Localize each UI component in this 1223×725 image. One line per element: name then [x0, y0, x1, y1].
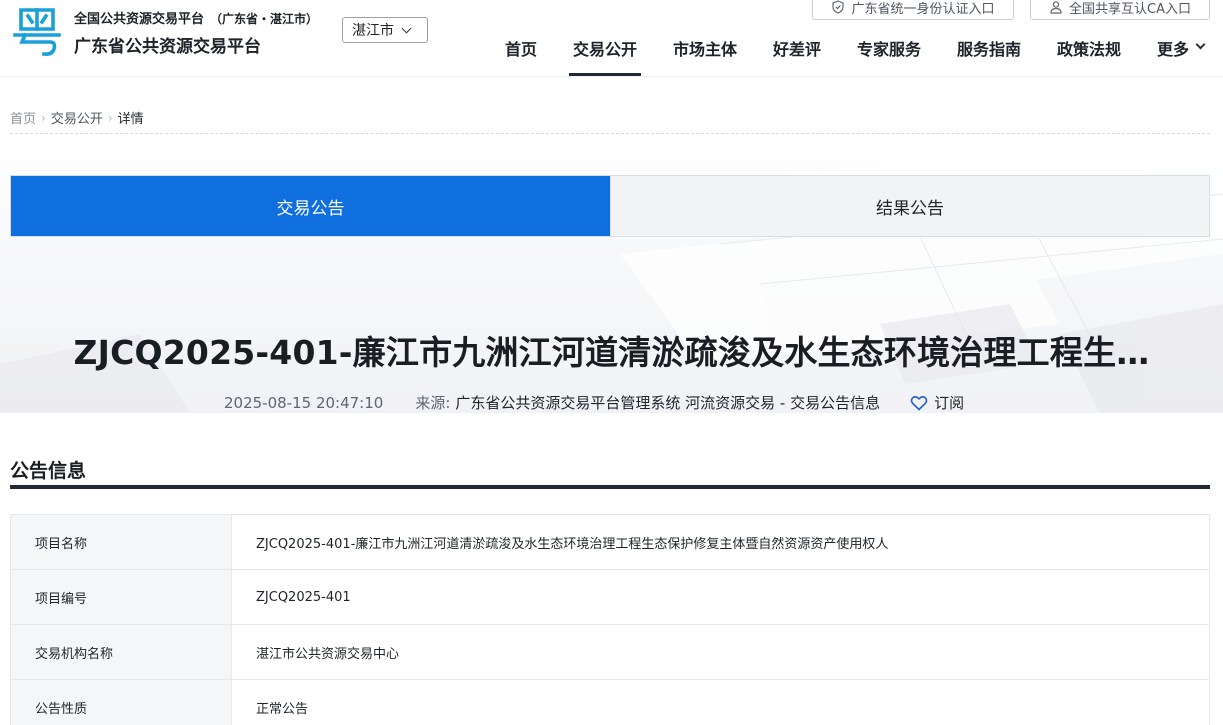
chevron-down-icon [401, 23, 412, 33]
breadcrumb-current: 详情 [117, 112, 144, 127]
row-value-notice-type: 正常公告 [256, 701, 309, 717]
section-title: 公告信息 [10, 460, 87, 482]
nav-label: 首页 [505, 40, 538, 59]
publish-date: 2025-08-15 20:47:10 [224, 393, 384, 412]
nav-label: 更多 [1157, 40, 1190, 59]
breadcrumb-divider [10, 133, 1210, 134]
row-label-project-name: 项目名称 [11, 515, 232, 569]
nav-item-policies[interactable]: 政策法规 [1057, 36, 1121, 76]
announcement-title: ZJCQ2025-401-廉江市九洲江河道清淤疏浚及水生态环境治理工程生… [73, 333, 1150, 372]
tab-label: 结果公告 [876, 198, 944, 219]
identity-auth-label: 广东省统一身份认证入口 [851, 1, 995, 17]
nav-label: 专家服务 [857, 40, 922, 59]
tab-label: 交易公告 [276, 198, 345, 219]
nav-label: 交易公开 [573, 40, 638, 59]
nav-label: 市场主体 [673, 40, 738, 59]
ca-entry-link[interactable]: 全国共享互认CA入口 [1030, 0, 1210, 20]
nav-item-reviews[interactable]: 好差评 [773, 36, 821, 76]
nav-item-more[interactable]: 更多 [1157, 36, 1206, 76]
org-subtitle: 全国公共资源交易平台 （广东省・湛江市） [74, 8, 318, 27]
nav-item-market-entities[interactable]: 市场主体 [673, 36, 737, 76]
article-meta: 2025-08-15 20:47:10 来源: 广东省公共资源交易平台管理系统 … [224, 392, 964, 413]
announcement-tabs: 交易公告 结果公告 [10, 175, 1210, 237]
tab-result-announcement[interactable]: 结果公告 [610, 176, 1209, 236]
org-title: 广东省公共资源交易平台 [74, 37, 261, 57]
announcement-info-table: 项目名称 ZJCQ2025-401-廉江市九洲江河道清淤疏浚及水生态环境治理工程… [10, 514, 1210, 725]
table-row: 项目编号 ZJCQ2025-401 [11, 570, 1209, 625]
row-value-trading-agency: 湛江市公共资源交易中心 [256, 646, 400, 662]
nav-item-expert-services[interactable]: 专家服务 [857, 36, 921, 76]
city-select-value: 湛江市 [352, 23, 394, 39]
table-row: 交易机构名称 湛江市公共资源交易中心 [11, 625, 1209, 680]
breadcrumb-trading[interactable]: 交易公开 [51, 108, 103, 127]
heart-icon [910, 395, 928, 410]
yue-character-logo-icon[interactable] [10, 4, 64, 58]
nav-label: 好差评 [773, 40, 822, 59]
nav-item-service-guide[interactable]: 服务指南 [957, 36, 1021, 76]
chevron-right-icon: › [41, 110, 46, 125]
shield-icon [832, 0, 845, 14]
tab-trading-announcement[interactable]: 交易公告 [11, 176, 610, 236]
nav-label: 政策法规 [1057, 40, 1122, 59]
table-row: 公告性质 正常公告 [11, 680, 1209, 725]
section-divider [10, 485, 1210, 489]
row-value-project-number: ZJCQ2025-401 [256, 589, 351, 605]
page: 全国公共资源交易平台 （广东省・湛江市） 广东省公共资源交易平台 湛江市 广东省统… [0, 0, 1223, 725]
subscribe-label: 订阅 [934, 394, 965, 412]
org-subtitle-text: 全国公共资源交易平台 [74, 12, 205, 27]
identity-auth-link[interactable]: 广东省统一身份认证入口 [812, 0, 1014, 20]
chevron-right-icon: › [107, 110, 113, 125]
nav-label: 服务指南 [957, 40, 1022, 59]
row-label-trading-agency: 交易机构名称 [11, 625, 232, 679]
row-value-project-name: ZJCQ2025-401-廉江市九洲江河道清淤疏浚及水生态环境治理工程生态保护修… [256, 536, 889, 552]
site-header: 全国公共资源交易平台 （广东省・湛江市） 广东省公共资源交易平台 湛江市 广东省统… [0, 0, 1223, 77]
source-value: 广东省公共资源交易平台管理系统 河流资源交易 - 交易公告信息 [455, 394, 881, 412]
city-select[interactable]: 湛江市 [342, 17, 428, 43]
ca-entry-label: 全国共享互认CA入口 [1069, 1, 1191, 17]
org-region: （广东省・湛江市） [210, 12, 319, 26]
chevron-down-icon [1195, 39, 1206, 50]
nav-item-home[interactable]: 首页 [505, 36, 537, 76]
subscribe-button[interactable]: 订阅 [910, 392, 964, 413]
user-icon [1050, 1, 1062, 14]
row-label-notice-type: 公告性质 [11, 680, 232, 725]
row-label-project-number: 项目编号 [11, 570, 232, 624]
nav-item-trading[interactable]: 交易公开 [568, 36, 642, 76]
source-label: 来源: [415, 394, 451, 412]
breadcrumb: 首页 › 交易公开 › 详情 [10, 108, 144, 128]
table-row: 项目名称 ZJCQ2025-401-廉江市九洲江河道清淤疏浚及水生态环境治理工程… [11, 515, 1209, 570]
breadcrumb-home[interactable]: 首页 [10, 108, 36, 127]
